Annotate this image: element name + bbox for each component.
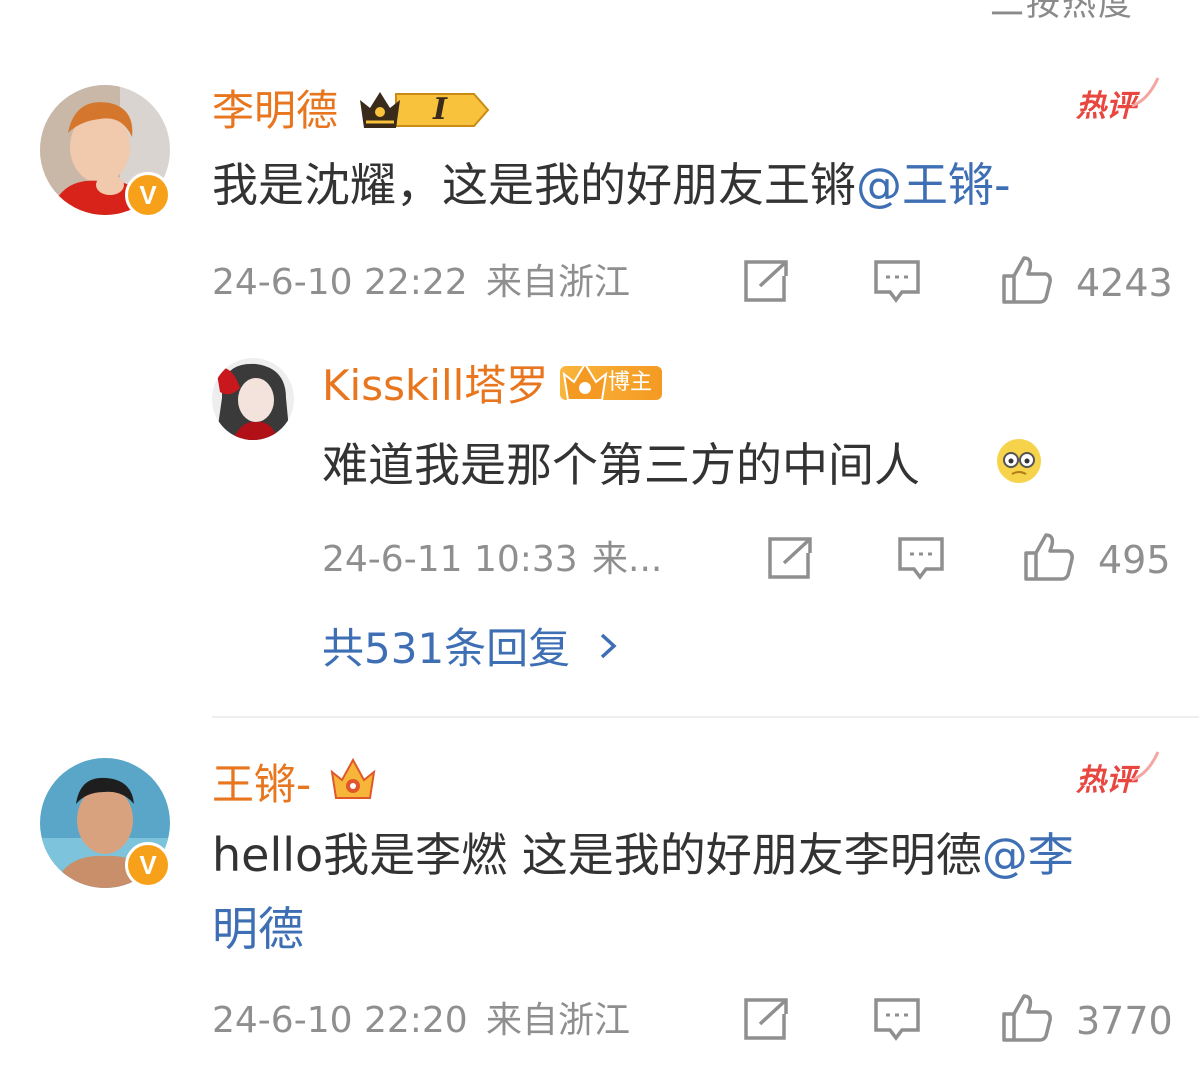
like-count: 3770 [1076,999,1173,1043]
reply-text: 难道我是那个第三方的中间人 [322,442,920,488]
view-replies-link[interactable]: 共531条回复 [322,628,620,670]
reply-avatar[interactable] [212,358,294,440]
hot-comment-badge: 热评 [1076,763,1136,798]
username[interactable]: 王锵- [212,764,311,806]
share-icon[interactable] [766,535,816,585]
blogger-tag-label: 博主 [608,370,653,395]
like-icon[interactable] [1000,254,1054,310]
comment-text-line-2: 明德 [212,906,304,952]
crown-icon [328,754,378,808]
comment-icon[interactable] [872,996,922,1046]
sort-label-partial[interactable]: 二按热度 [990,0,1134,25]
share-icon[interactable] [742,258,792,308]
reply-location: 来... [592,539,663,580]
comment-text: hello我是李燃 这是我的好朋友李明德@李 [212,832,1074,878]
mention-link[interactable]: @李 [982,828,1074,882]
hot-flame-icon [1128,76,1162,114]
verified-icon: V [125,172,171,218]
chevron-right-icon [598,628,620,670]
verified-icon: V [125,842,171,888]
comment-time: 24-6-10 22:22 [212,262,468,303]
share-icon[interactable] [742,996,792,1046]
comment-text-main: 我是沈耀，这是我的好朋友王锵 [212,158,856,212]
comment-text-main: hello我是李燃 这是我的好朋友李明德 [212,828,982,882]
comment-location: 来自浙江 [486,1000,631,1041]
like-icon[interactable] [1000,992,1054,1048]
view-replies-label: 共531条回复 [322,624,571,673]
reply-username[interactable]: Kisskill塔罗 [322,365,548,407]
comment-icon[interactable] [872,258,922,308]
comment-location: 来自浙江 [486,262,631,303]
reply-time: 24-6-11 10:33 [322,539,578,580]
comment-text: 我是沈耀，这是我的好朋友王锵@王锵- [212,162,1011,208]
hot-comment-badge: 热评 [1076,89,1136,124]
comment-icon[interactable] [896,535,946,585]
crown-icon [560,360,610,408]
reply-like-count: 495 [1098,538,1171,582]
hot-flame-icon [1128,750,1162,788]
crown-icon [356,86,491,138]
reply-text-main: 难道我是那个第三方的中间人 [322,438,920,492]
like-count: 4243 [1076,261,1173,305]
like-icon[interactable] [1022,531,1076,587]
level-badge-text: I [433,92,448,127]
username[interactable]: 李明德 [212,90,338,132]
emoji-icon [994,436,1044,490]
mention-link-continued[interactable]: 明德 [212,902,304,956]
comment-time: 24-6-10 22:20 [212,1000,468,1041]
comment-divider [212,716,1199,718]
mention-link[interactable]: @王锵- [856,158,1011,212]
